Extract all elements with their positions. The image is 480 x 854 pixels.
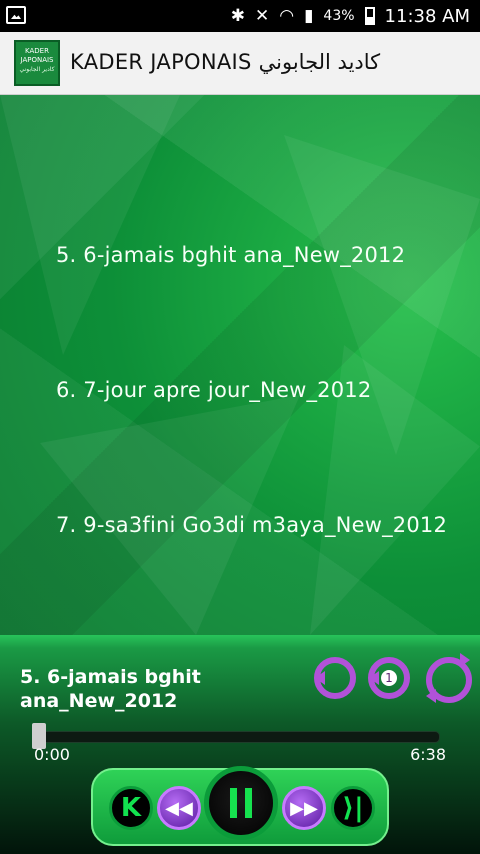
gallery-icon (6, 6, 26, 24)
logo-line2: JAPONAIS (20, 56, 54, 64)
wifi-icon: ◠ (279, 6, 295, 26)
list-item[interactable]: 5. 6-jamais bghit ana_New_2012 (56, 243, 405, 267)
skip-back-icon: K (120, 793, 142, 823)
total-duration: 6:38 (410, 745, 446, 764)
app-logo: KADER JAPONAIS كادير الجابوني (14, 40, 60, 86)
battery-percent: 43% (323, 8, 355, 24)
rewind-icon: ◀◀ (165, 797, 193, 819)
pause-icon (230, 788, 252, 818)
skip-forward-button[interactable]: ⟩| (331, 786, 375, 830)
app-bar: KADER JAPONAIS كادير الجابوني KADER JAPO… (0, 32, 480, 95)
track-list: 5. 6-jamais bghit ana_New_2012 6. 7-jour… (0, 95, 480, 635)
repeat-one-icon[interactable]: 1 (368, 657, 410, 699)
logo-line1: KADER (25, 47, 49, 55)
skip-forward-icon: ⟩| (342, 793, 364, 823)
status-bar: ✱ ✕ ◠ ▮ 43% 11:38 AM (0, 0, 480, 32)
repeat-one-badge: 1 (381, 670, 397, 686)
app-title: KADER JAPONAIS كاديد الجابوني (70, 50, 381, 74)
transport-controls: K ◀◀ ▶▶ ⟩| (91, 766, 389, 846)
logo-line3: كادير الجابوني (19, 66, 55, 73)
player-panel: 5. 6-jamais bghit ana_New_2012 1 0:00 6:… (0, 635, 480, 854)
battery-icon (364, 7, 375, 25)
mute-icon: ✕ (254, 6, 270, 26)
clock: 11:38 AM (384, 5, 470, 27)
shuffle-icon[interactable] (426, 653, 472, 703)
signal-icon: ▮ (304, 6, 314, 26)
pause-button[interactable] (204, 766, 278, 840)
now-playing-title: 5. 6-jamais bghit ana_New_2012 (20, 666, 201, 712)
bluetooth-icon: ✱ (230, 6, 245, 26)
seek-bar[interactable] (32, 723, 440, 749)
repeat-icon[interactable] (314, 657, 356, 699)
status-icons: ✱ ✕ ◠ ▮ 43% 11:38 AM (231, 3, 470, 29)
fast-forward-icon: ▶▶ (290, 797, 318, 819)
current-time: 0:00 (34, 745, 70, 764)
list-item[interactable]: 6. 7-jour apre jour_New_2012 (56, 378, 371, 402)
list-item[interactable]: 7. 9-sa3fini Go3di m3aya_New_2012 (56, 513, 447, 537)
skip-back-button[interactable]: K (109, 786, 153, 830)
fast-forward-button[interactable]: ▶▶ (282, 786, 326, 830)
rewind-button[interactable]: ◀◀ (157, 786, 201, 830)
